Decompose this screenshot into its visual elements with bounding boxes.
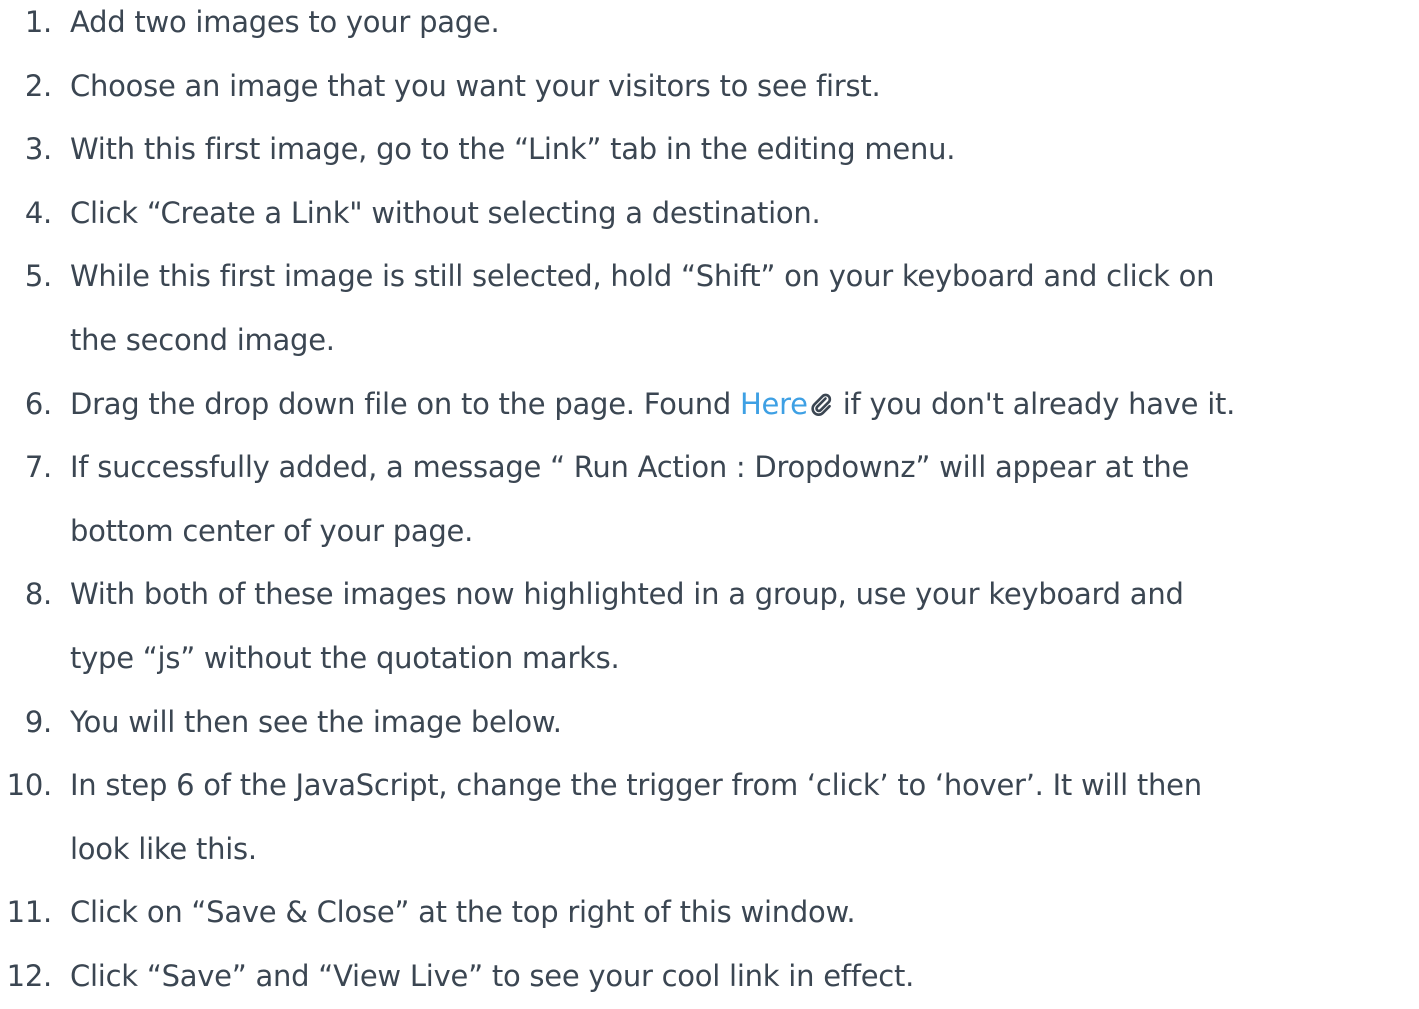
step-text-line-1: If successfully added, a message “ Run A…	[70, 450, 1190, 485]
step-text-line-2: type “js” without the quotation marks.	[70, 640, 620, 675]
step-text: Click “Save” and “View Live” to see your…	[70, 958, 915, 993]
list-item: 7. If successfully added, a message “ Ru…	[0, 436, 1419, 563]
list-item: 11. Click on “Save & Close” at the top r…	[0, 881, 1419, 945]
list-item: 9. You will then see the image below.	[0, 691, 1419, 755]
step-text: Choose an image that you want your visit…	[70, 68, 881, 103]
step-text-line-1: In step 6 of the JavaScript, change the …	[70, 768, 1202, 803]
step-number: 8.	[24, 577, 52, 612]
list-item: 6. Drag the drop down file on to the pag…	[0, 373, 1419, 437]
step-number: 9.	[24, 704, 52, 739]
here-link[interactable]: Here	[740, 387, 808, 421]
step-text-line-1: While this first image is still selected…	[70, 259, 1215, 294]
step-text: Add two images to your page.	[70, 5, 500, 39]
step-text-line-2: bottom center of your page.	[70, 513, 474, 548]
step-number: 10.	[6, 768, 53, 803]
step-number: 7.	[24, 450, 52, 485]
list-item: 2. Choose an image that you want your vi…	[0, 55, 1419, 119]
list-item: 12. Click “Save” and “View Live” to see …	[0, 945, 1419, 1009]
step-number: 3.	[24, 132, 52, 167]
step-number: 6.	[24, 386, 52, 421]
step-number: 4.	[24, 195, 52, 230]
paperclip-icon	[810, 377, 832, 416]
step-text-after-link: if you don't already have it.	[833, 386, 1236, 421]
instruction-list: 1. Add two images to your page. 2. Choos…	[0, 0, 1419, 1009]
step-text: Click “Create a Link" without selecting …	[70, 195, 821, 230]
step-number: 1.	[24, 5, 52, 39]
step-text: Click on “Save & Close” at the top right…	[70, 895, 856, 930]
list-item: 3. With this first image, go to the “Lin…	[0, 118, 1419, 182]
step-text: You will then see the image below.	[70, 704, 562, 739]
step-number: 12.	[6, 958, 53, 993]
step-number: 11.	[6, 895, 53, 930]
step-text-line-2: the second image.	[70, 322, 335, 357]
list-item: 10. In step 6 of the JavaScript, change …	[0, 754, 1419, 881]
list-item: 1. Add two images to your page.	[0, 0, 1419, 55]
step-text: With this first image, go to the “Link” …	[70, 132, 956, 167]
list-item: 5. While this first image is still selec…	[0, 245, 1419, 372]
list-item: 4. Click “Create a Link" without selecti…	[0, 182, 1419, 246]
list-item: 8. With both of these images now highlig…	[0, 563, 1419, 690]
step-text-before-link: Drag the drop down file on to the page. …	[70, 386, 740, 421]
step-number: 2.	[24, 68, 52, 103]
step-text-line-1: With both of these images now highlighte…	[70, 577, 1184, 612]
step-number: 5.	[24, 259, 52, 294]
step-text-line-2: look like this.	[70, 831, 257, 866]
